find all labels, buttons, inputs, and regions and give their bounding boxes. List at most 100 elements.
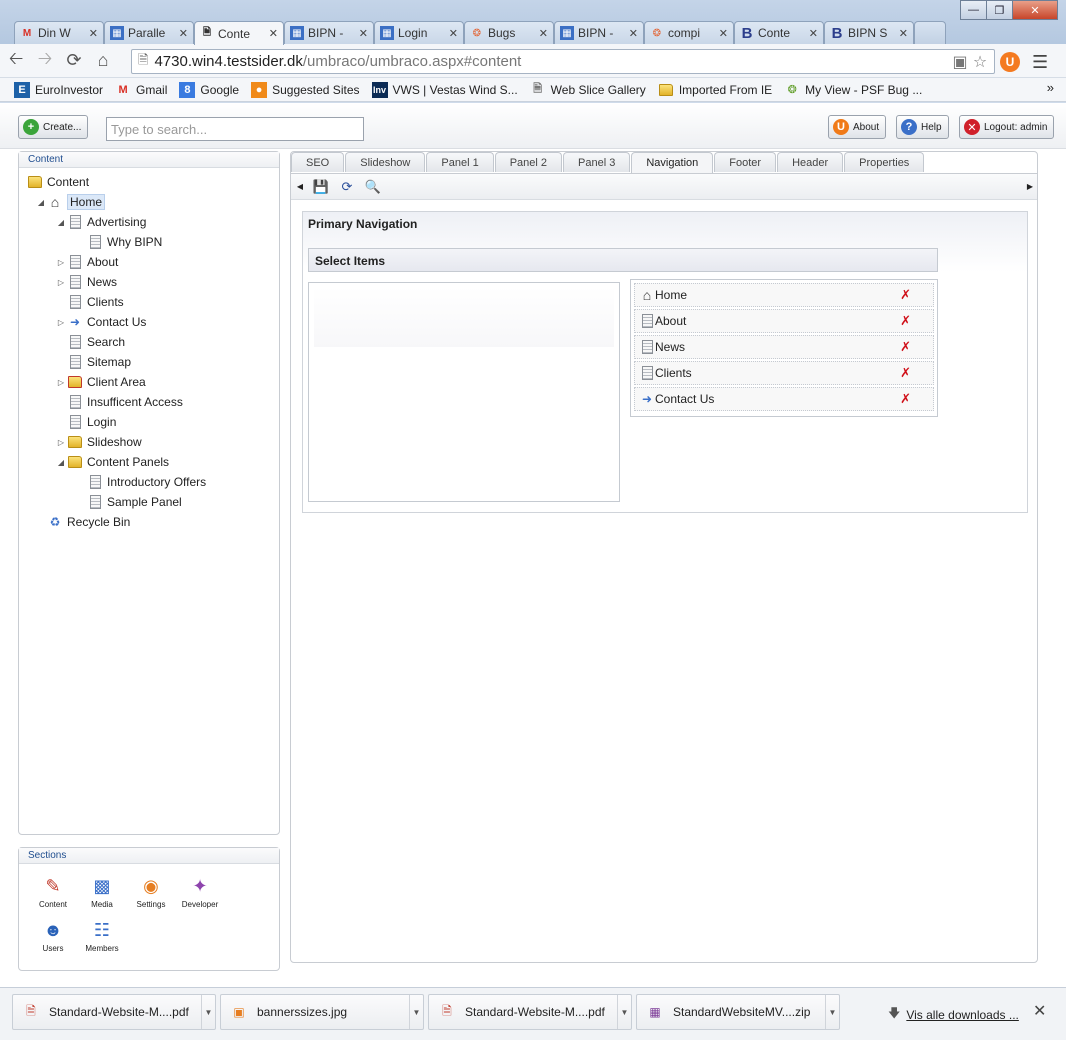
tree-node[interactable]: Introductory Offers — [87, 472, 206, 492]
browser-tab[interactable]: B BIPN S ✕ — [824, 21, 914, 44]
extension-icon[interactable]: U — [1000, 52, 1020, 72]
tree-node[interactable]: ▷ News — [55, 272, 117, 292]
selected-item[interactable]: ➜ Contact Us ✗ — [634, 387, 934, 411]
tree-node[interactable]: ▷ ➜ Contact Us — [55, 312, 146, 332]
forward-icon[interactable]: 🡢 — [32, 48, 58, 74]
collapsed-arrow-icon[interactable]: ▷ — [55, 378, 67, 387]
remove-icon[interactable]: ✗ — [900, 313, 911, 329]
reader-icon[interactable]: ▣ — [950, 52, 970, 72]
logout-button[interactable]: ✕ Logout: admin — [959, 115, 1055, 139]
download-item[interactable]: 🗎 Standard-Website-M....pdf ▼ — [428, 994, 632, 1030]
tree-node[interactable]: ◢ Advertising — [55, 212, 146, 232]
close-tab-icon[interactable]: ✕ — [719, 27, 728, 40]
browser-tab[interactable]: ▦ BIPN - ✕ — [554, 21, 644, 44]
close-window-button[interactable]: ✕ — [1012, 0, 1058, 20]
close-tab-icon[interactable]: ✕ — [179, 27, 188, 40]
close-tab-icon[interactable]: ✕ — [269, 27, 278, 40]
browser-tab[interactable]: ▦ Paralle ✕ — [104, 21, 194, 44]
tab-panel-1[interactable]: Panel 1 — [426, 152, 494, 172]
collapsed-arrow-icon[interactable]: ▷ — [55, 258, 67, 267]
tab-seo[interactable]: SEO — [291, 152, 345, 172]
chevron-down-icon[interactable]: ▼ — [201, 995, 215, 1029]
menu-icon[interactable]: ☰ — [1032, 52, 1048, 73]
preview-icon[interactable]: 🔍 — [363, 177, 383, 197]
selected-item[interactable]: ⌂ Home ✗ — [634, 283, 934, 307]
scroll-left-icon[interactable]: ◀ — [295, 177, 305, 197]
bookmark-item[interactable]: ● Suggested Sites — [251, 81, 360, 98]
tab-panel-3[interactable]: Panel 3 — [563, 152, 631, 172]
back-icon[interactable]: 🡠 — [3, 48, 29, 74]
chevron-down-icon[interactable]: ▼ — [409, 995, 423, 1029]
close-tab-icon[interactable]: ✕ — [629, 27, 638, 40]
reload-icon[interactable]: ⟳ — [61, 48, 87, 74]
search-input[interactable] — [106, 117, 364, 141]
selected-item[interactable]: News ✗ — [634, 335, 934, 359]
tree-node[interactable]: Search — [67, 332, 125, 352]
collapsed-arrow-icon[interactable]: ▷ — [55, 278, 67, 287]
expanded-arrow-icon[interactable]: ◢ — [35, 198, 47, 207]
download-item[interactable]: ▦ StandardWebsiteMV....zip ▼ — [636, 994, 840, 1030]
collapsed-arrow-icon[interactable]: ▷ — [55, 438, 67, 447]
bookmark-item[interactable]: Inv VWS | Vestas Wind S... — [371, 81, 518, 98]
bookmark-item[interactable]: ❂ My View - PSF Bug ... — [784, 82, 923, 98]
browser-tab-active[interactable]: 🗎 Conte ✕ — [194, 21, 284, 45]
tab-properties[interactable]: Properties — [844, 152, 925, 172]
tree-node[interactable]: ▷ Client Area — [55, 372, 146, 392]
browser-tab[interactable]: ❂ Bugs ✕ — [464, 21, 554, 44]
remove-icon[interactable]: ✗ — [900, 365, 911, 381]
tree-node[interactable]: Sample Panel — [87, 492, 182, 512]
remove-icon[interactable]: ✗ — [900, 287, 911, 303]
chevron-down-icon[interactable]: ▼ — [825, 995, 839, 1029]
browser-tab[interactable]: ❂ compi ✕ — [644, 21, 734, 44]
tree-node[interactable]: Login — [67, 412, 116, 432]
save-publish-icon[interactable]: ⟳ — [337, 177, 357, 197]
section-developer[interactable]: ✦ Developer — [176, 874, 224, 910]
content-picker-tree[interactable] — [308, 282, 620, 502]
expanded-arrow-icon[interactable]: ◢ — [55, 458, 67, 467]
close-tab-icon[interactable]: ✕ — [899, 27, 908, 40]
section-members[interactable]: ☷ Members — [78, 918, 126, 954]
browser-tab[interactable]: ▦ Login ✕ — [374, 21, 464, 44]
close-tab-icon[interactable]: ✕ — [809, 27, 818, 40]
close-tab-icon[interactable]: ✕ — [89, 27, 98, 40]
tree-node-home[interactable]: ◢ ⌂ Home — [35, 192, 106, 212]
about-button[interactable]: U About — [828, 115, 887, 139]
bookmark-item[interactable]: 8 Google — [179, 81, 239, 98]
chevron-more-icon[interactable]: » — [1047, 80, 1054, 95]
tab-navigation[interactable]: Navigation — [631, 152, 714, 173]
tree-node[interactable]: ◢ Content Panels — [55, 452, 169, 472]
tab-header[interactable]: Header — [777, 152, 844, 172]
tree-node[interactable]: Sitemap — [67, 352, 131, 372]
tree-node[interactable]: ▷ Slideshow — [55, 432, 142, 452]
browser-tab[interactable]: M Din W ✕ — [14, 21, 104, 44]
selected-item[interactable]: About ✗ — [634, 309, 934, 333]
collapsed-arrow-icon[interactable]: ▷ — [55, 318, 67, 327]
create-button[interactable]: + Create... — [18, 115, 89, 139]
bookmark-star-icon[interactable]: ☆ — [970, 52, 990, 72]
tab-slideshow[interactable]: Slideshow — [345, 152, 426, 172]
browser-tab[interactable]: B Conte ✕ — [734, 21, 824, 44]
section-settings[interactable]: ◉ Settings — [127, 874, 175, 910]
scroll-right-icon[interactable]: ▶ — [1027, 182, 1033, 191]
tree-node[interactable]: Insufficent Access — [67, 392, 183, 412]
tree-node[interactable]: ▷ About — [55, 252, 118, 272]
chevron-down-icon[interactable]: ▼ — [617, 995, 631, 1029]
address-bar[interactable]: 🗎 4730.win4.testsider.dk/umbraco/umbraco… — [131, 49, 995, 74]
tab-footer[interactable]: Footer — [714, 152, 777, 172]
remove-icon[interactable]: ✗ — [900, 391, 911, 407]
tree-node[interactable]: Why BIPN — [87, 232, 162, 252]
tree-node[interactable]: Clients — [67, 292, 124, 312]
bookmark-item[interactable]: M Gmail — [115, 82, 167, 98]
tree-node-recycle-bin[interactable]: ♻ Recycle Bin — [47, 512, 131, 532]
bookmark-item[interactable]: E EuroInvestor — [14, 81, 103, 98]
help-button[interactable]: ? Help — [896, 115, 949, 139]
browser-tab[interactable]: ▦ BIPN - ✕ — [284, 21, 374, 44]
close-downloads-icon[interactable]: ✕ — [1033, 1001, 1046, 1021]
maximize-button[interactable]: ❐ — [986, 0, 1013, 20]
bookmark-item[interactable]: Imported From IE — [658, 82, 772, 98]
save-icon[interactable]: 💾 — [311, 177, 331, 197]
close-tab-icon[interactable]: ✕ — [359, 27, 368, 40]
download-item[interactable]: ▣ bannerssizes.jpg ▼ — [220, 994, 424, 1030]
download-item[interactable]: 🗎 Standard-Website-M....pdf ▼ — [12, 994, 216, 1030]
selected-item[interactable]: Clients ✗ — [634, 361, 934, 385]
